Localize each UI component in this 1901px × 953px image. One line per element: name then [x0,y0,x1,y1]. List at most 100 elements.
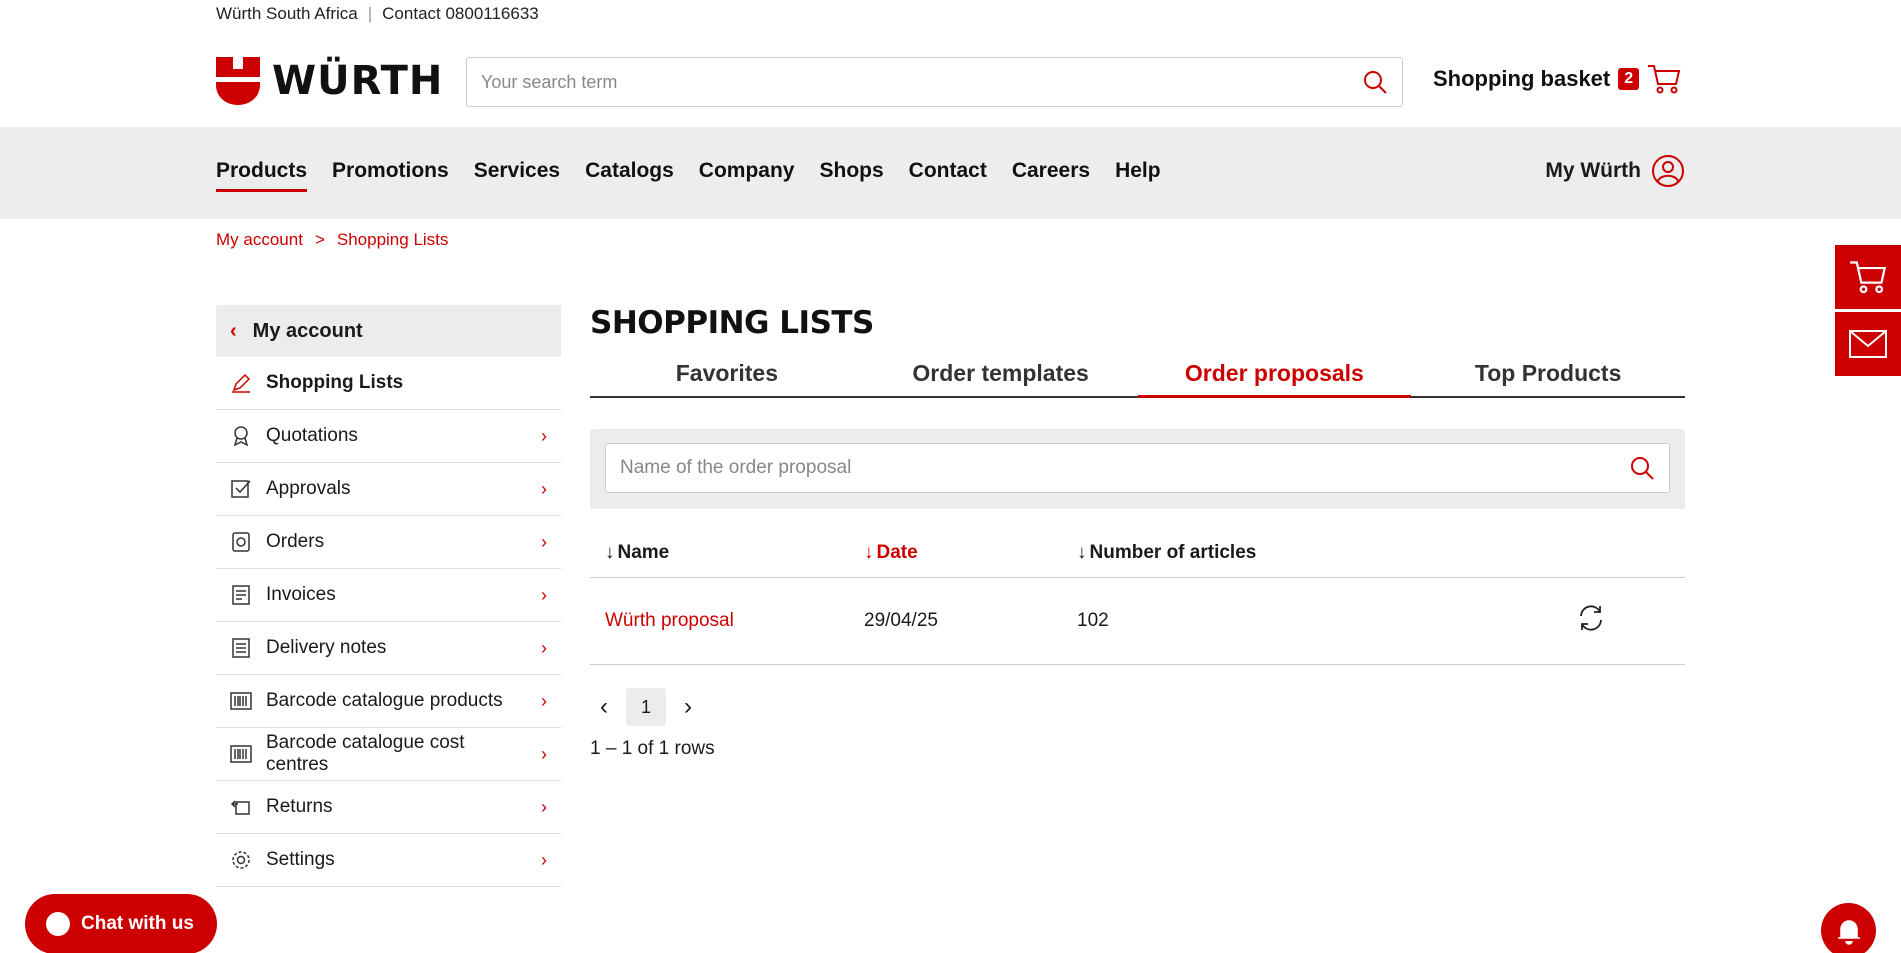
search-icon[interactable] [1362,69,1388,95]
tab-top-products[interactable]: Top Products [1411,360,1685,396]
sidebar-item-barcode-cost-centres[interactable]: Barcode catalogue cost centres › [216,728,561,781]
separator: | [367,4,373,23]
mail-icon [1849,330,1887,358]
user-icon [1652,155,1684,187]
chat-with-us-button[interactable]: Chat with us [25,894,217,953]
sidebar-back-my-account[interactable]: ‹ My account [216,305,561,357]
floating-mail-button[interactable] [1835,312,1901,376]
filter-panel [590,429,1685,509]
sidebar-item-orders[interactable]: Orders › [216,516,561,569]
search-bar[interactable] [466,57,1403,107]
my-wurth-label: My Würth [1545,159,1641,182]
sidebar-item-settings[interactable]: Settings › [216,834,561,887]
chevron-right-icon: › [541,796,547,817]
orders-icon [232,532,250,552]
sidebar-item-label: Barcode catalogue cost centres [266,732,465,775]
delivery-note-icon [232,638,250,658]
sidebar-item-label: Shopping Lists [266,372,404,393]
sidebar-item-label: Quotations [266,425,358,446]
table-header: ↓ Name ↓ Date ↓ Number of articles [590,528,1685,578]
contact-phone[interactable]: Contact 0800116633 [382,4,539,24]
sidebar-item-label: Invoices [266,584,336,605]
nav-careers[interactable]: Careers [1012,159,1090,192]
order-proposal-search[interactable] [605,443,1670,493]
breadcrumb-shopping-lists[interactable]: Shopping Lists [337,230,449,250]
chevron-left-icon: ‹ [230,319,237,342]
checkbox-icon [231,480,251,498]
chevron-right-icon: › [541,690,547,711]
sidebar-item-invoices[interactable]: Invoices › [216,569,561,622]
basket-count-badge: 2 [1618,68,1640,90]
pagination: ‹ 1 › [600,688,692,726]
tab-order-templates[interactable]: Order templates [864,360,1138,396]
nav-catalogs[interactable]: Catalogs [585,159,674,192]
refresh-icon[interactable] [1576,603,1606,633]
search-input[interactable] [481,71,1362,93]
arrow-down-icon: ↓ [605,541,615,563]
nav-shops[interactable]: Shops [819,159,883,192]
table-row: Würth proposal 29/04/25 102 [590,578,1685,665]
sidebar-item-label: Delivery notes [266,637,387,658]
gear-icon [232,851,250,869]
sidebar-item-label: Orders [266,531,325,552]
logo-text: WÜRTH [272,58,444,104]
sidebar-item-barcode-products[interactable]: Barcode catalogue products › [216,675,561,728]
chevron-right-icon: › [541,637,547,658]
proposal-article-count: 102 [1077,610,1109,631]
shopping-list-tabs: Favorites Order templates Order proposal… [590,360,1685,398]
rows-info: 1 – 1 of 1 rows [590,738,715,759]
chat-bubble-icon [46,912,70,936]
nav-services[interactable]: Services [474,159,560,192]
chevron-right-icon: › [541,743,547,764]
tab-order-proposals[interactable]: Order proposals [1137,360,1412,398]
next-page-button[interactable]: › [684,693,692,721]
nav-contact[interactable]: Contact [909,159,987,192]
proposal-date: 29/04/25 [864,610,938,631]
search-icon[interactable] [1629,455,1655,481]
breadcrumb-separator: > [314,230,325,249]
order-proposals-table: ↓ Name ↓ Date ↓ Number of articles Würth pr… [590,528,1685,665]
sidebar-item-quotations[interactable]: Quotations › [216,410,561,463]
proposal-name-link[interactable]: Würth proposal [590,610,864,632]
cart-icon [1648,65,1681,94]
sidebar-item-shopping-lists[interactable]: Shopping Lists [216,357,561,410]
award-icon [233,426,249,447]
page-number-button[interactable]: 1 [626,688,666,726]
sort-by-date[interactable]: ↓ Date [864,542,1077,564]
sidebar-item-delivery-notes[interactable]: Delivery notes › [216,622,561,675]
basket-label: Shopping basket [1433,66,1611,91]
sort-by-name[interactable]: ↓ Name [590,542,864,564]
cart-icon [1850,261,1887,294]
floating-cart-button[interactable] [1835,245,1901,309]
nav-promotions[interactable]: Promotions [332,159,449,192]
chevron-right-icon: › [541,478,547,499]
topbar: Würth South Africa | Contact 0800116633 [216,4,539,24]
sidebar-head-label: My account [252,319,363,342]
chevron-right-icon: › [541,425,547,446]
sidebar-item-approvals[interactable]: Approvals › [216,463,561,516]
shopping-basket-link[interactable]: Shopping basket 2 [1433,64,1681,94]
nav-company[interactable]: Company [699,159,795,192]
chat-label: Chat with us [81,913,194,934]
arrow-down-icon: ↓ [1077,541,1087,563]
nav-help[interactable]: Help [1115,159,1161,192]
my-wurth-link[interactable]: My Würth [1545,154,1685,188]
sidebar-item-label: Settings [266,849,335,870]
sidebar-item-label: Returns [266,796,333,817]
tab-favorites[interactable]: Favorites [590,360,864,396]
notification-bell-button[interactable] [1821,903,1876,953]
wurth-logo[interactable]: WÜRTH [216,57,443,105]
breadcrumb-my-account[interactable]: My account [216,230,303,250]
sort-by-articles[interactable]: ↓ Number of articles [1077,542,1511,564]
chevron-right-icon: › [541,531,547,552]
wurth-logo-icon [216,57,260,105]
bell-icon [1837,919,1860,945]
barcode-icon [230,692,252,710]
nav-products[interactable]: Products [216,159,308,192]
prev-page-button[interactable]: ‹ [600,693,608,721]
pencil-icon [232,373,251,393]
sidebar-item-returns[interactable]: Returns › [216,781,561,834]
returns-icon [230,800,250,815]
invoice-icon [232,585,250,605]
order-proposal-search-input[interactable] [620,457,1629,479]
